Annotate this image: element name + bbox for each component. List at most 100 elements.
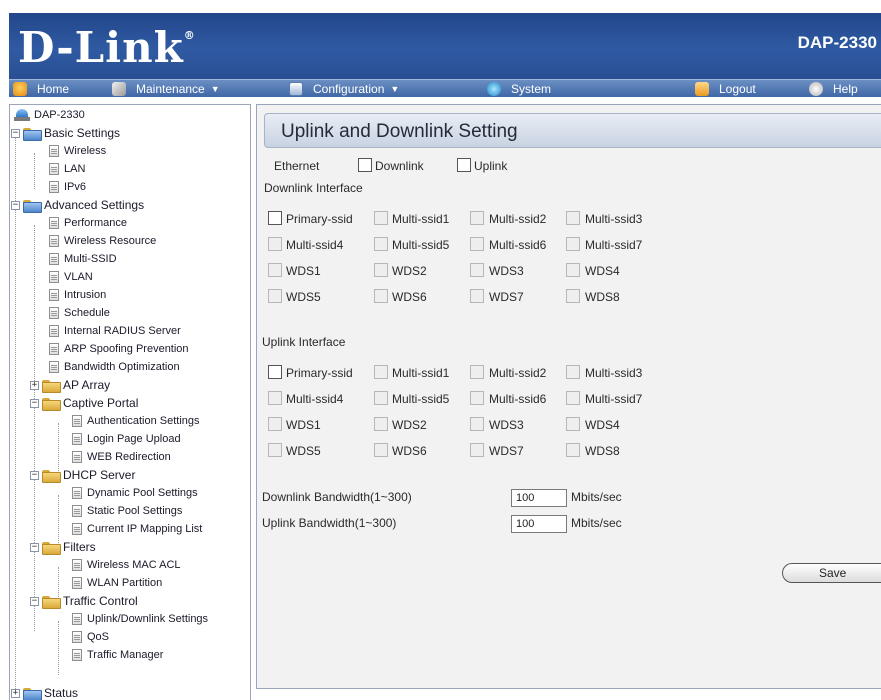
uplink-wds2-checkbox[interactable] <box>374 417 388 431</box>
tree-item-vlan[interactable]: VLAN <box>49 269 93 285</box>
uplink-wds7-label: WDS7 <box>489 444 524 458</box>
tree-status[interactable]: + Status <box>11 685 78 700</box>
wrench-icon <box>112 82 126 96</box>
page-icon <box>49 361 59 373</box>
tree-advanced-settings[interactable]: − Advanced Settings <box>11 197 144 213</box>
tree-item-lan[interactable]: LAN <box>49 161 85 177</box>
tree-item-intrusion[interactable]: Intrusion <box>49 287 106 303</box>
uplink-wds5-checkbox[interactable] <box>268 443 282 457</box>
uplink-wds3-checkbox[interactable] <box>470 417 484 431</box>
downlink-wds4-checkbox[interactable] <box>566 263 580 277</box>
downlink-wds8-label: WDS8 <box>585 290 620 304</box>
uplink-wds7-checkbox[interactable] <box>470 443 484 457</box>
tree-basic-settings[interactable]: − Basic Settings <box>11 125 120 141</box>
tree-item-arp-spoofing[interactable]: ARP Spoofing Prevention <box>49 341 189 357</box>
save-button[interactable]: Save <box>782 563 881 583</box>
downlink-wds3-checkbox[interactable] <box>470 263 484 277</box>
uplink-wds5-label: WDS5 <box>286 444 321 458</box>
page-icon <box>72 559 82 571</box>
downlink-wds6-label: WDS6 <box>392 290 427 304</box>
uplink-multi-ssid7-checkbox[interactable] <box>566 391 580 405</box>
downlink-primary-ssid-checkbox[interactable] <box>268 211 282 225</box>
downlink-wds4-label: WDS4 <box>585 264 620 278</box>
menu-configuration[interactable]: Configuration ▼ <box>289 80 399 98</box>
uplink-multi-ssid4-checkbox[interactable] <box>268 391 282 405</box>
folder-icon <box>42 469 61 483</box>
page-icon <box>72 487 82 499</box>
header-banner: D-Link® DAP-2330 <box>9 13 881 79</box>
tree-item-wireless-resource[interactable]: Wireless Resource <box>49 233 156 249</box>
tree-item-uplink-downlink-settings[interactable]: Uplink/Downlink Settings <box>72 611 208 627</box>
tree-item-dynamic-pool[interactable]: Dynamic Pool Settings <box>72 485 198 501</box>
page-icon <box>72 577 82 589</box>
tree-item-login-page-upload[interactable]: Login Page Upload <box>72 431 181 447</box>
downlink-wds8-checkbox[interactable] <box>566 289 580 303</box>
uplink-multi-ssid6-checkbox[interactable] <box>470 391 484 405</box>
downlink-wds5-label: WDS5 <box>286 290 321 304</box>
tree-item-wireless-mac-acl[interactable]: Wireless MAC ACL <box>72 557 181 573</box>
ethernet-downlink-checkbox[interactable] <box>358 158 372 172</box>
tree-root[interactable]: DAP-2330 <box>14 107 85 123</box>
tree-item-wlan-partition[interactable]: WLAN Partition <box>72 575 162 591</box>
menu-help[interactable]: Help <box>809 80 858 98</box>
downlink-multi-ssid5-checkbox[interactable] <box>374 237 388 251</box>
uplink-multi-ssid3-checkbox[interactable] <box>566 365 580 379</box>
uplink-wds1-checkbox[interactable] <box>268 417 282 431</box>
tree-item-ipv6[interactable]: IPv6 <box>49 179 86 195</box>
tree-ap-array[interactable]: + AP Array <box>30 377 110 393</box>
downlink-multi-ssid1-checkbox[interactable] <box>374 211 388 225</box>
uplink-wds8-checkbox[interactable] <box>566 443 580 457</box>
tree-item-web-redirection[interactable]: WEB Redirection <box>72 449 171 465</box>
downlink-wds7-checkbox[interactable] <box>470 289 484 303</box>
uplink-bandwidth-input[interactable] <box>511 515 567 533</box>
tree-item-wireless[interactable]: Wireless <box>49 143 106 159</box>
uplink-multi-ssid4-label: Multi-ssid4 <box>286 392 344 406</box>
tree-item-performance[interactable]: Performance <box>49 215 127 231</box>
tree-item-traffic-manager[interactable]: Traffic Manager <box>72 647 163 663</box>
tree-filters[interactable]: − Filters <box>30 539 96 555</box>
downlink-bandwidth-input[interactable] <box>511 489 567 507</box>
downlink-wds3-label: WDS3 <box>489 264 524 278</box>
downlink-multi-ssid2-checkbox[interactable] <box>470 211 484 225</box>
downlink-multi-ssid4-checkbox[interactable] <box>268 237 282 251</box>
downlink-wds5-checkbox[interactable] <box>268 289 282 303</box>
downlink-wds6-checkbox[interactable] <box>374 289 388 303</box>
disk-icon <box>289 82 303 96</box>
downlink-wds2-checkbox[interactable] <box>374 263 388 277</box>
menu-logout[interactable]: Logout <box>695 80 756 98</box>
tree-item-internal-radius[interactable]: Internal RADIUS Server <box>49 323 181 339</box>
uplink-primary-ssid-label: Primary-ssid <box>286 366 353 380</box>
tree-item-authentication-settings[interactable]: Authentication Settings <box>72 413 200 429</box>
tree-item-schedule[interactable]: Schedule <box>49 305 110 321</box>
downlink-multi-ssid3-checkbox[interactable] <box>566 211 580 225</box>
tree-traffic-control[interactable]: − Traffic Control <box>30 593 138 609</box>
downlink-multi-ssid3-label: Multi-ssid3 <box>585 212 643 226</box>
ethernet-uplink-checkbox[interactable] <box>457 158 471 172</box>
uplink-multi-ssid1-checkbox[interactable] <box>374 365 388 379</box>
page-icon <box>72 451 82 463</box>
downlink-multi-ssid6-checkbox[interactable] <box>470 237 484 251</box>
downlink-multi-ssid7-checkbox[interactable] <box>566 237 580 251</box>
tree-item-bandwidth-optimization[interactable]: Bandwidth Optimization <box>49 359 180 375</box>
uplink-multi-ssid5-label: Multi-ssid5 <box>392 392 450 406</box>
page-icon <box>72 505 82 517</box>
tree-captive-portal[interactable]: − Captive Portal <box>30 395 138 411</box>
tree-item-multi-ssid[interactable]: Multi-SSID <box>49 251 117 267</box>
folder-icon <box>23 687 42 700</box>
tree-item-current-ip-mapping[interactable]: Current IP Mapping List <box>72 521 202 537</box>
menu-maintenance[interactable]: Maintenance ▼ <box>112 80 220 98</box>
uplink-multi-ssid5-checkbox[interactable] <box>374 391 388 405</box>
tree-item-qos[interactable]: QoS <box>72 629 109 645</box>
uplink-wds4-checkbox[interactable] <box>566 417 580 431</box>
downlink-wds1-checkbox[interactable] <box>268 263 282 277</box>
uplink-wds6-checkbox[interactable] <box>374 443 388 457</box>
page-icon <box>49 253 59 265</box>
tree-dhcp-server[interactable]: − DHCP Server <box>30 467 135 483</box>
collapse-icon: − <box>30 595 39 606</box>
help-icon <box>809 82 823 96</box>
uplink-primary-ssid-checkbox[interactable] <box>268 365 282 379</box>
menu-system[interactable]: System <box>487 80 551 98</box>
tree-item-static-pool[interactable]: Static Pool Settings <box>72 503 182 519</box>
menu-home[interactable]: Home <box>13 80 69 98</box>
uplink-multi-ssid2-checkbox[interactable] <box>470 365 484 379</box>
